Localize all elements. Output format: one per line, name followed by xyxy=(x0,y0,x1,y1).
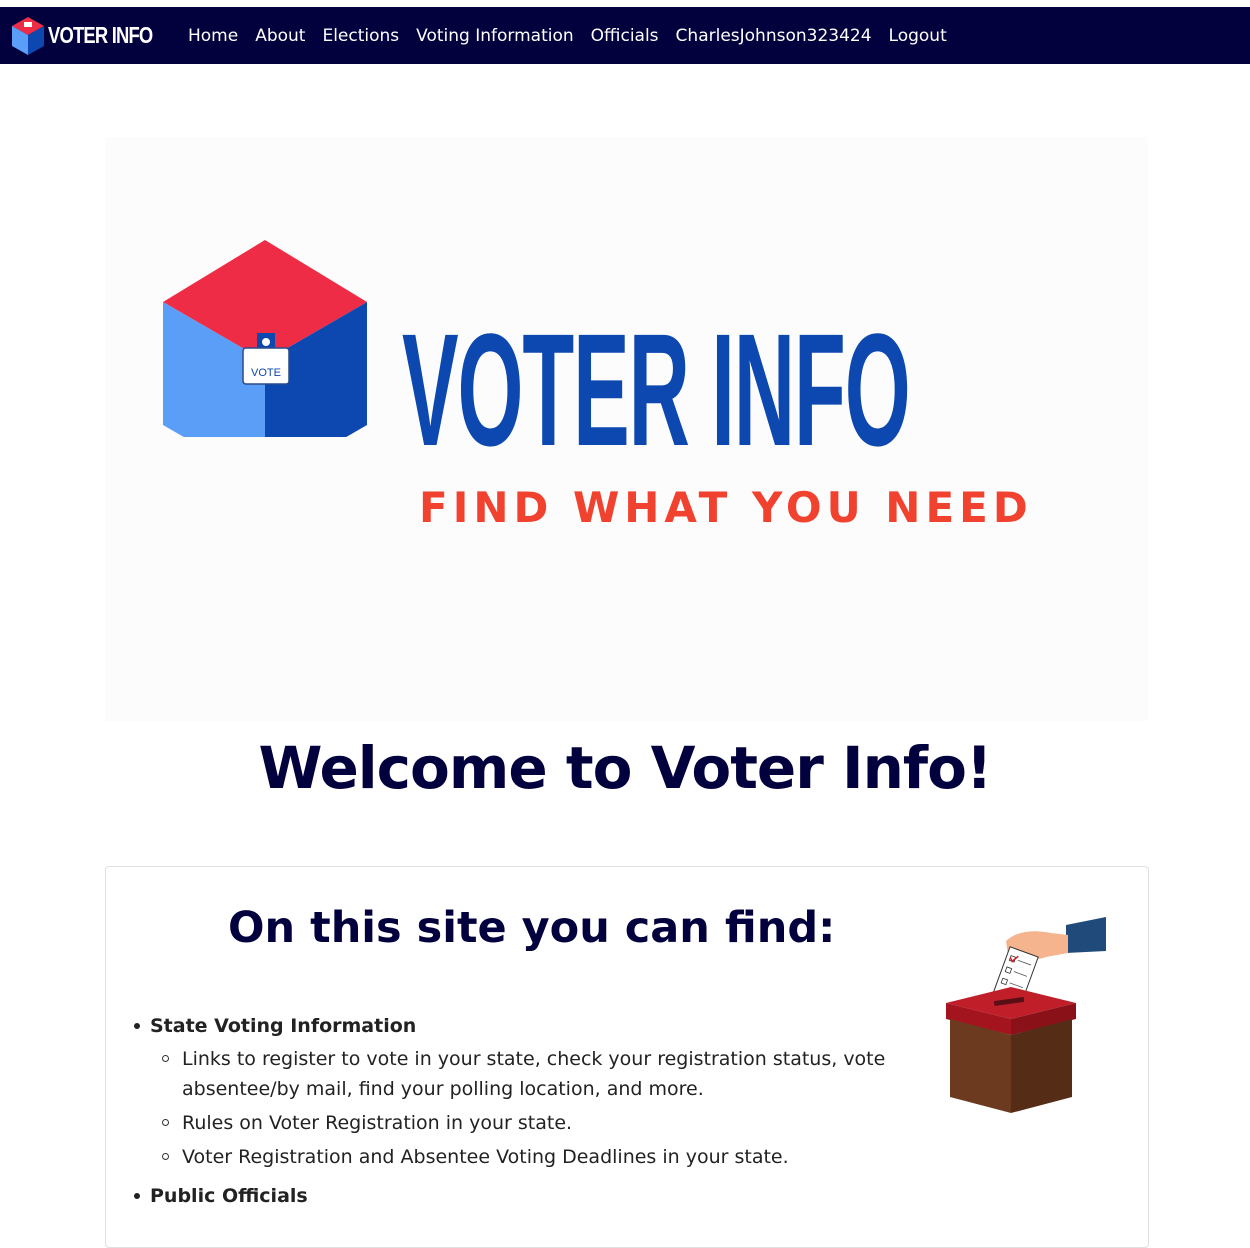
ballot-cube-logo-icon: VOTE xyxy=(163,240,367,437)
nav-elections-link[interactable]: Elections xyxy=(322,26,399,46)
nav-about-link[interactable]: About xyxy=(255,26,305,46)
sub-item: Rules on Voter Registration in your stat… xyxy=(162,1108,894,1138)
nav-links: Home About Elections Voting Information … xyxy=(188,7,964,64)
feature-list: State Voting Information Links to regist… xyxy=(134,1012,894,1220)
feature-heading: Public Officials xyxy=(150,1185,308,1207)
vote-box-label: VOTE xyxy=(251,367,281,379)
ballot-box-illustration-icon xyxy=(946,917,1106,1113)
nav-user-profile-link[interactable]: CharlesJohnson323424 xyxy=(676,26,872,46)
feature-item-public-officials: Public Officials xyxy=(134,1182,894,1210)
nav-officials-link[interactable]: Officials xyxy=(591,26,659,46)
hero-banner: VOTE VOTER INFO FIND WHAT YOU NEED xyxy=(105,137,1148,721)
nav-logout-link[interactable]: Logout xyxy=(889,26,947,46)
nav-home-link[interactable]: Home xyxy=(188,26,238,46)
hero-tagline: FIND WHAT YOU NEED xyxy=(419,483,1033,532)
feature-item-state-voting: State Voting Information Links to regist… xyxy=(134,1012,894,1172)
feature-heading: State Voting Information xyxy=(150,1015,417,1037)
features-card: On this site you can find: State Voting … xyxy=(105,866,1149,1248)
hero-title: VOTER INFO xyxy=(402,300,911,479)
ballot-cube-icon xyxy=(12,16,44,55)
nav-voting-information-link[interactable]: Voting Information xyxy=(416,26,573,46)
sub-list: Links to register to vote in your state,… xyxy=(150,1044,894,1172)
sub-item: Links to register to vote in your state,… xyxy=(162,1044,894,1104)
sub-item: Voter Registration and Absentee Voting D… xyxy=(162,1142,894,1172)
welcome-heading: Welcome to Voter Info! xyxy=(258,734,993,802)
card-title: On this site you can find: xyxy=(228,903,836,953)
top-navbar: VOTER INFO Home About Elections Voting I… xyxy=(0,7,1250,64)
brand-text: VOTER INFO xyxy=(48,22,153,48)
brand-logo[interactable]: VOTER INFO xyxy=(10,7,168,64)
